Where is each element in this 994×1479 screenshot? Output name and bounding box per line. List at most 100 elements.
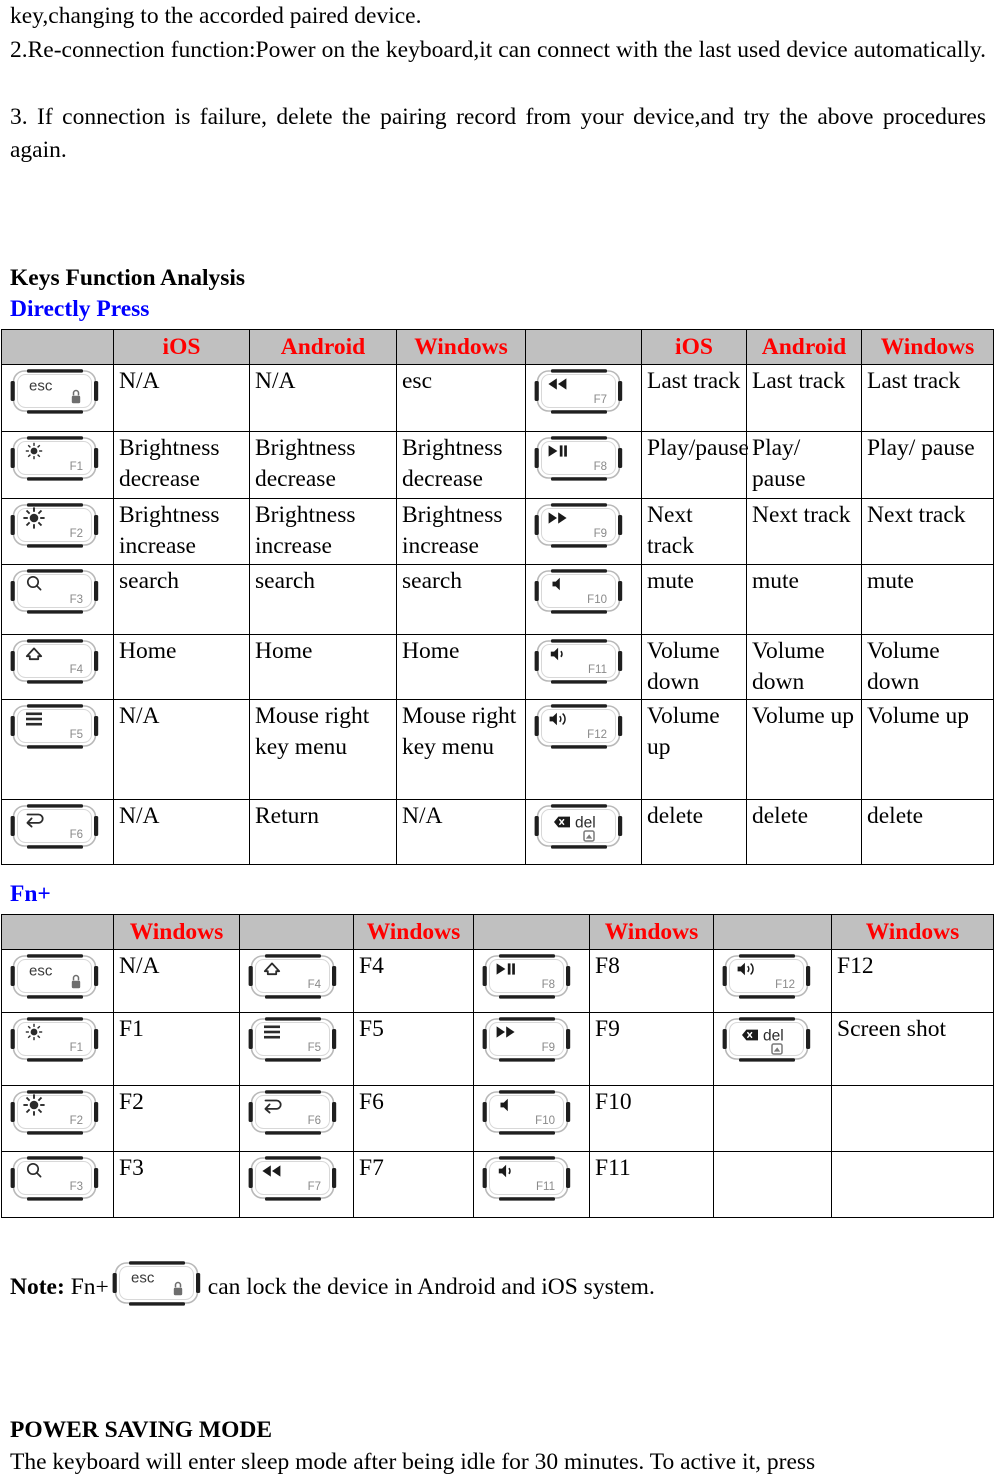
return-key-icon: F6: [7, 801, 102, 853]
search-key-icon: F3: [7, 566, 102, 618]
cell-windows-4: [831, 1151, 994, 1218]
cell-windows-3: F11: [589, 1151, 714, 1218]
cell-windows-left: Mouse right key menu: [396, 699, 526, 800]
svg-text:F10: F10: [535, 1115, 555, 1127]
note-fn-text: Fn+: [70, 1274, 109, 1300]
header-cell-ios-left: iOS: [113, 329, 250, 365]
svg-text:F12: F12: [775, 979, 795, 991]
volume-down-key-icon: F11: [531, 636, 626, 688]
header-cell-blank-4: [713, 914, 832, 950]
table-row: F5 N/A Mouse right key menu Mouse right …: [1, 699, 994, 800]
delete-key-icon: del: [531, 801, 626, 853]
key-icon-cell-4: del: [713, 1012, 832, 1086]
svg-text:F8: F8: [542, 979, 555, 991]
search-key-icon: F3: [7, 1153, 102, 1205]
cell-ios-right: Last track: [641, 364, 747, 432]
note-prefix: Note:: [10, 1274, 65, 1300]
cell-ios-left: Home: [113, 634, 250, 700]
cell-ios-right: delete: [641, 799, 747, 865]
cell-windows-right: mute: [861, 564, 994, 635]
intro-line-1: key,changing to the accorded paired devi…: [10, 3, 422, 29]
svg-text:esc: esc: [29, 378, 53, 395]
cell-windows-right: delete: [861, 799, 994, 865]
forward-key-icon: F9: [531, 500, 626, 552]
cell-windows-right: Volume down: [861, 634, 994, 700]
volume-up-key-icon: F12: [719, 951, 814, 1003]
rewind-key-icon: F7: [531, 366, 626, 418]
svg-text:F1: F1: [70, 461, 83, 473]
mute-key-icon: F10: [479, 1087, 574, 1139]
svg-text:F10: F10: [587, 594, 607, 606]
volume-up-key-icon: F12: [531, 701, 626, 753]
home-key-icon: F4: [245, 951, 340, 1003]
cell-windows-4: Screen shot: [831, 1012, 994, 1086]
key-icon-cell-left: F5: [1, 699, 114, 800]
table-row: F1 F1 F5 F5 F9 F9 del Screen shot: [1, 1012, 994, 1086]
key-icon-cell-2: F4: [239, 949, 354, 1013]
cell-windows-2: F4: [353, 949, 474, 1013]
header-cell-windows-right: Windows: [861, 329, 994, 365]
section-title-power-saving-mode: POWER SAVING MODE: [10, 1417, 273, 1443]
cell-android-right: Volume down: [746, 634, 862, 700]
rewind-key-icon: F7: [245, 1153, 340, 1205]
esc-key-icon: esc: [7, 951, 102, 1003]
play-pause-key-icon: F8: [531, 433, 626, 485]
cell-ios-right: Volume down: [641, 634, 747, 700]
svg-text:F7: F7: [594, 394, 607, 406]
key-icon-cell-left: F1: [1, 431, 114, 499]
cell-windows-1: F2: [113, 1085, 240, 1152]
mute-key-icon: F10: [531, 566, 626, 618]
cell-windows-1: F1: [113, 1012, 240, 1086]
cell-windows-left: Brightness decrease: [396, 431, 526, 499]
key-icon-cell-left: F3: [1, 564, 114, 635]
cell-android-right: delete: [746, 799, 862, 865]
cell-ios-left: Brightness decrease: [113, 431, 250, 499]
svg-text:F11: F11: [588, 664, 607, 676]
cell-ios-left: N/A: [113, 699, 250, 800]
home-key-icon: F4: [7, 636, 102, 688]
header-cell-windows-1: Windows: [113, 914, 240, 950]
key-icon-cell-right: F9: [525, 498, 642, 565]
brightness-decrease-key-icon: F1: [7, 1014, 102, 1066]
volume-down-key-icon: F11: [479, 1153, 574, 1205]
play-pause-key-icon: F8: [479, 951, 574, 1003]
table-header-row: Windows Windows Windows Windows: [1, 914, 994, 950]
key-icon-cell-1: esc: [1, 949, 114, 1013]
svg-text:F12: F12: [587, 729, 607, 741]
cell-windows-right: Volume up: [861, 699, 994, 800]
cell-android-right: Volume up: [746, 699, 862, 800]
esc-key-icon: esc: [7, 366, 102, 418]
cell-windows-4: F12: [831, 949, 994, 1013]
delete-key-icon: del: [719, 1014, 814, 1066]
key-icon-cell-left: F4: [1, 634, 114, 700]
cell-windows-right: Play/ pause: [861, 431, 994, 499]
cell-windows-3: F10: [589, 1085, 714, 1152]
svg-text:F8: F8: [594, 461, 607, 473]
cell-ios-left: search: [113, 564, 250, 635]
cell-windows-2: F5: [353, 1012, 474, 1086]
svg-text:F3: F3: [70, 1181, 83, 1193]
cell-windows-2: F7: [353, 1151, 474, 1218]
key-icon-cell-4: [713, 1151, 832, 1218]
cell-android-right: Play/ pause: [746, 431, 862, 499]
cell-windows-3: F9: [589, 1012, 714, 1086]
table-row: F2 Brightness increase Brightness increa…: [1, 498, 994, 565]
table-row: F2 F2 F6 F6 F10 F10: [1, 1085, 994, 1152]
cell-windows-2: F6: [353, 1085, 474, 1152]
key-icon-cell-4: F12: [713, 949, 832, 1013]
svg-text:F9: F9: [594, 528, 607, 540]
note-line: Note: Fn+ esc can lock the device in Andr…: [0, 1258, 994, 1319]
key-icon-cell-3: F10: [473, 1085, 590, 1152]
svg-text:F2: F2: [70, 1115, 83, 1127]
key-icon-cell-1: F2: [1, 1085, 114, 1152]
cell-windows-right: Last track: [861, 364, 994, 432]
svg-text:F4: F4: [308, 979, 322, 991]
table-row: esc N/A F4 F4 F8 F8 F12 F12: [1, 949, 994, 1013]
section-title-directly-press: Directly Press: [10, 296, 150, 322]
intro-line-3: 3. If connection is failure, delete the …: [10, 103, 986, 164]
intro-paragraph: key,changing to the accorded paired devi…: [0, 0, 994, 201]
section-title-keys-function-analysis: Keys Function Analysis: [10, 265, 246, 291]
key-icon-cell-2: F7: [239, 1151, 354, 1218]
header-cell-android-left: Android: [249, 329, 397, 365]
header-cell-windows-4: Windows: [831, 914, 994, 950]
